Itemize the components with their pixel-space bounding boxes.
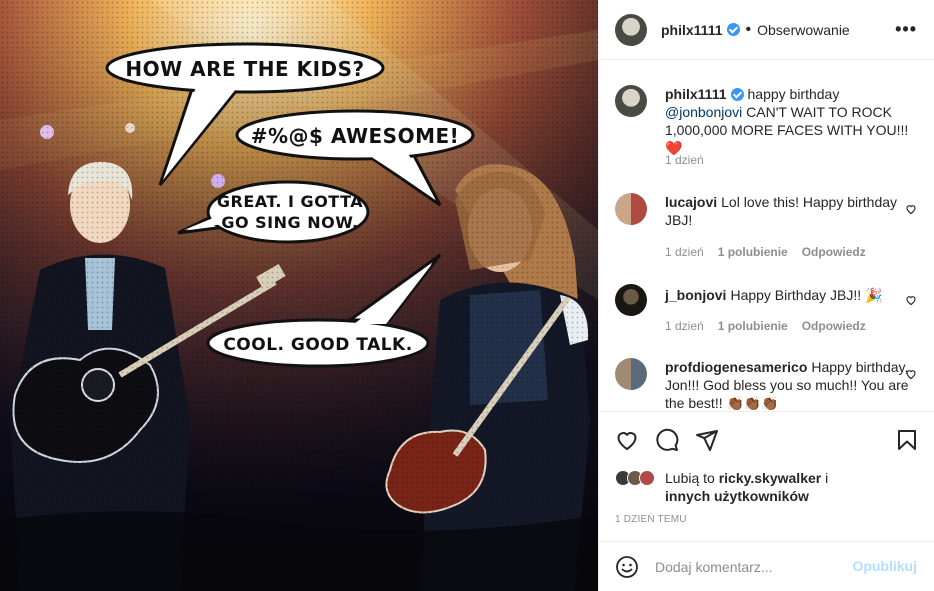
comment-composer: Opublikuj — [599, 541, 934, 591]
post-image[interactable]: HOW ARE THE KIDS? #%@$ AWESOME! GREAT. I… — [0, 0, 598, 591]
verified-badge-icon — [730, 88, 744, 101]
header-avatar[interactable] — [615, 13, 647, 46]
caption-mention-link[interactable]: @jonbonjovi — [665, 104, 742, 120]
like-heart-icon[interactable] — [615, 428, 639, 452]
comment-username[interactable]: j_bonjovi — [665, 287, 726, 303]
bubble-3-text-line1: GREAT. I GOTTA — [217, 192, 363, 211]
comment-avatar[interactable] — [615, 284, 647, 316]
more-options-icon[interactable]: ••• — [895, 19, 917, 40]
caption-text-before: happy birthday — [747, 86, 840, 102]
liker-avatars — [615, 470, 655, 486]
comment-avatar[interactable] — [615, 358, 647, 390]
reply-button[interactable]: Odpowiedz — [802, 319, 866, 333]
publish-button[interactable]: Opublikuj — [852, 558, 917, 574]
like-comment-heart-icon[interactable] — [905, 203, 917, 215]
comment-time[interactable]: 1 dzień — [665, 245, 704, 259]
comment-username[interactable]: lucajovi — [665, 194, 717, 210]
comment-avatar[interactable] — [615, 193, 647, 225]
comment-likes[interactable]: 1 polubienie — [718, 319, 788, 333]
post-header: philx1111 • Obserwowanie ••• — [599, 0, 934, 60]
liker-username-link[interactable]: ricky.skywalker — [719, 470, 822, 486]
concert-illustration: HOW ARE THE KIDS? #%@$ AWESOME! GREAT. I… — [0, 0, 598, 591]
comment-text: Happy Birthday JBJ!! 🎉 — [730, 287, 883, 303]
bubble-2-text: #%@$ AWESOME! — [251, 124, 460, 148]
post-date[interactable]: 1 DZIEŃ TEMU — [615, 514, 687, 525]
header-username[interactable]: philx1111 — [661, 22, 723, 38]
comments-list[interactable]: philx1111 happy birthday @jonbonjovi CAN'… — [599, 61, 934, 411]
comment-item: profdiogenesamerico Happy birthday, Jon!!… — [615, 358, 925, 411]
others-liked-link[interactable]: innych użytkowników — [665, 488, 809, 504]
comment-likes[interactable]: 1 polubienie — [718, 245, 788, 259]
likes-summary: Lubią to ricky.skywalker i innych użytko… — [615, 469, 865, 505]
save-bookmark-icon[interactable] — [895, 428, 919, 452]
separator-dot: • — [745, 20, 752, 38]
comment-item: lucajovi Lol love this! Happy birthday JB… — [615, 193, 925, 263]
reply-button[interactable]: Odpowiedz — [802, 245, 866, 259]
like-comment-heart-icon[interactable] — [905, 294, 917, 306]
caption: philx1111 happy birthday @jonbonjovi CAN'… — [615, 85, 925, 195]
liker-avatar[interactable] — [639, 470, 655, 486]
following-button[interactable]: Obserwowanie — [757, 22, 850, 38]
post-side-panel: philx1111 • Obserwowanie ••• philx1111 ha… — [598, 0, 934, 591]
comment-input[interactable] — [655, 558, 845, 575]
emoji-smiley-icon[interactable] — [615, 555, 639, 579]
bubble-1-text: HOW ARE THE KIDS? — [125, 57, 364, 81]
comment-item: j_bonjovi Happy Birthday JBJ!! 🎉 1 dzień 1… — [615, 284, 925, 344]
likes-middle: i — [821, 470, 829, 486]
comment-time[interactable]: 1 dzień — [665, 319, 704, 333]
comment-username[interactable]: profdiogenesamerico — [665, 359, 807, 375]
caption-avatar[interactable] — [615, 85, 647, 117]
caption-username[interactable]: philx1111 — [665, 86, 727, 102]
likes-prefix: Lubią to — [665, 470, 719, 486]
comment-bubble-icon[interactable] — [655, 428, 679, 452]
share-paper-plane-icon[interactable] — [695, 428, 719, 452]
post-actions: Lubią to ricky.skywalker i innych użytko… — [599, 411, 934, 541]
caption-time[interactable]: 1 dzień — [665, 153, 704, 167]
verified-badge-icon — [726, 23, 740, 36]
like-comment-heart-icon[interactable] — [905, 368, 917, 380]
bubble-4-text: COOL. GOOD TALK. — [223, 335, 412, 355]
bubble-3-text-line2: GO SING NOW. — [221, 213, 358, 232]
